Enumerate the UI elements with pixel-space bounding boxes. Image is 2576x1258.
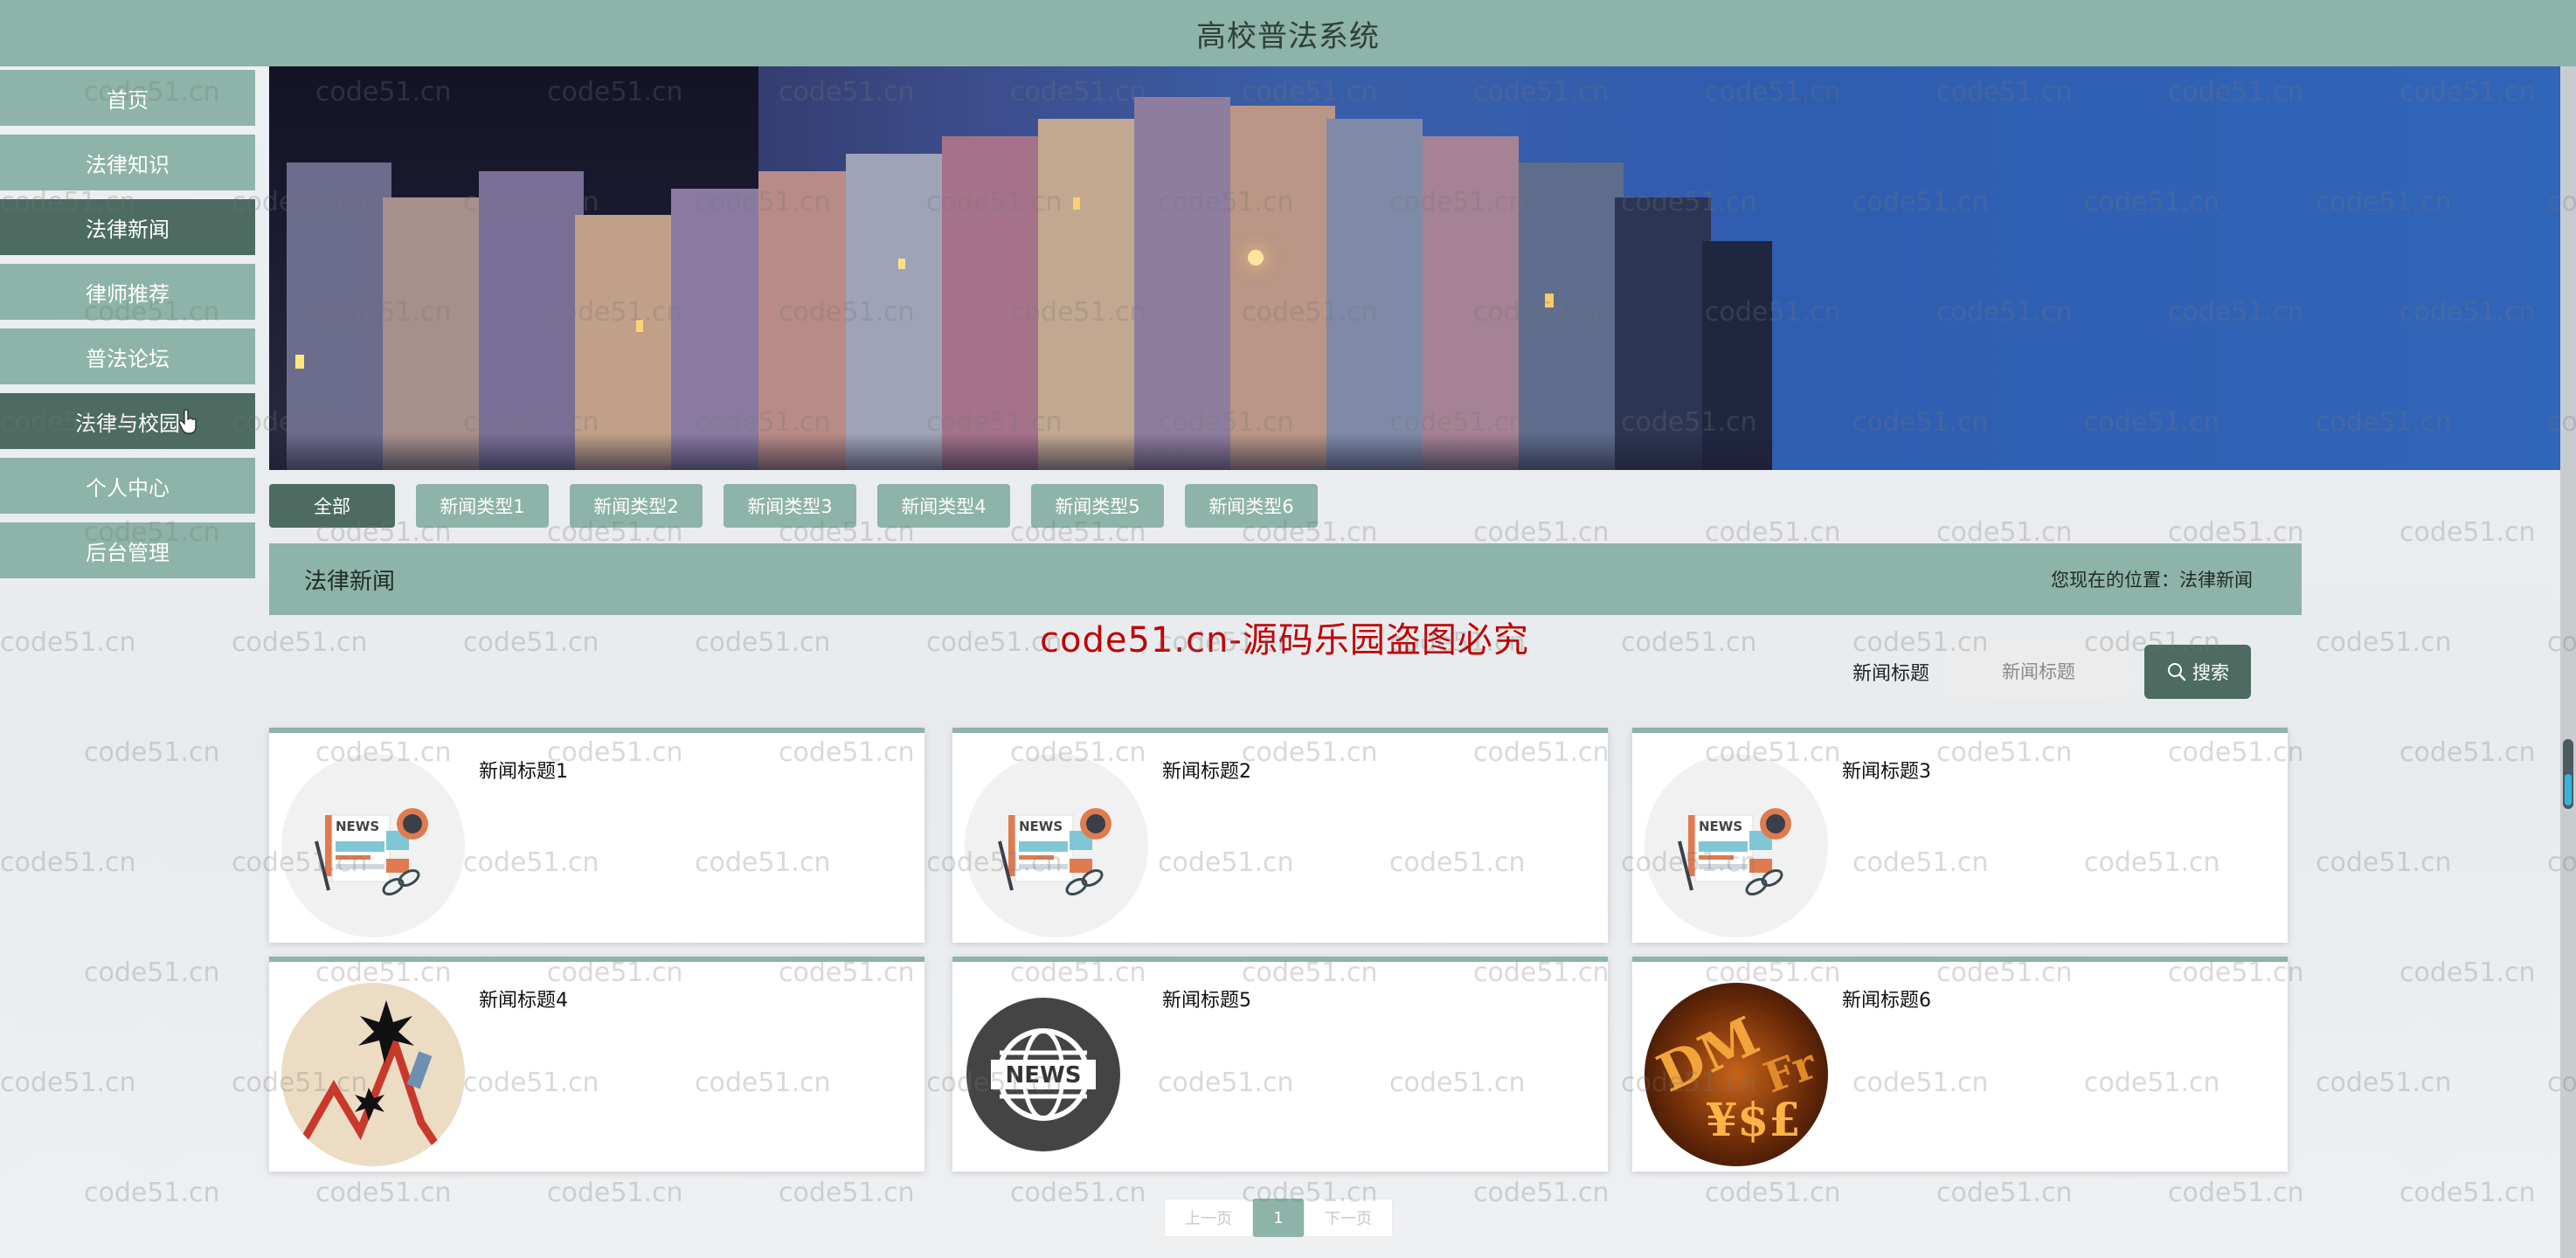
watermark-text: code51.cn (1621, 627, 1757, 658)
newspaper-illustration-icon: NEWS (281, 754, 465, 937)
next-page-button[interactable]: 下一页 (1304, 1199, 1393, 1237)
page-scrollbar[interactable] (2560, 66, 2576, 1258)
sidebar-item-home[interactable]: 首页 (0, 70, 255, 126)
search-button[interactable]: 搜索 (2144, 645, 2252, 699)
tab-news-type-6[interactable]: 新闻类型6 (1185, 484, 1318, 528)
currency-symbols-image: DM ¥$£ Fr (1645, 983, 1828, 1166)
news-title[interactable]: 新闻标题6 (1842, 985, 1931, 1013)
sidebar-item-law-and-campus[interactable]: 法律与校园 (0, 393, 255, 449)
tab-news-type-1[interactable]: 新闻类型1 (416, 484, 549, 528)
hero-banner-image (269, 66, 2560, 470)
svg-text:NEWS: NEWS (336, 819, 379, 834)
svg-text:NEWS: NEWS (1699, 819, 1742, 834)
watermark-text: code51.cn (2316, 1068, 2452, 1098)
watermark-text: code51.cn (84, 957, 220, 988)
watermark-text: code51.cn (1705, 1178, 1841, 1208)
svg-text:¥$£: ¥$£ (1706, 1094, 1801, 1147)
sidebar-item-label: 律师推荐 (86, 281, 170, 307)
watermark-text: code51.cn (2399, 517, 2536, 548)
watermark-text: code51.cn (2316, 627, 2452, 658)
section-header: 法律新闻 您现在的位置：法律新闻 (269, 543, 2302, 615)
hand-cursor-icon (178, 409, 197, 434)
watermark-text: code51.cn (2399, 737, 2536, 768)
pagination: 上一页 1 下一页 (1164, 1199, 1393, 1237)
watermark-text: code51.cn (2399, 957, 2536, 988)
news-card[interactable]: NEWS 新闻标题1 (269, 728, 924, 943)
watermark-text: code51.cn (779, 1178, 915, 1208)
svg-text:NEWS: NEWS (1019, 819, 1063, 834)
watermark-text: code51.cn (547, 1178, 683, 1208)
search-label: 新闻标题 (1852, 663, 1930, 685)
section-title: 法律新闻 (304, 568, 396, 595)
watermark-text: code51.cn (0, 1068, 136, 1098)
tab-news-type-4[interactable]: 新闻类型4 (877, 484, 1010, 528)
scrollbar-thumb[interactable] (2563, 739, 2573, 809)
copyright-notice: code51.cn-源码乐园盗图必究 (1040, 620, 1529, 660)
watermark-text: code51.cn (0, 627, 136, 658)
site-header: 高校普法系统 (0, 0, 2576, 66)
sidebar-item-label: 普法论坛 (86, 346, 170, 371)
watermark-text: code51.cn (2399, 1178, 2536, 1208)
news-card[interactable]: 新闻标题4 (269, 957, 924, 1172)
category-tabs: 全部 新闻类型1 新闻类型2 新闻类型3 新闻类型4 新闻类型5 新闻类型6 (269, 484, 1318, 528)
sidebar-item-label: 首页 (107, 87, 149, 113)
sidebar-item-forum[interactable]: 普法论坛 (0, 328, 255, 384)
news-card[interactable]: NEWS 新闻标题2 (952, 728, 1608, 943)
search-button-label: 搜索 (2192, 662, 2230, 683)
watermark-text: code51.cn (1010, 1178, 1146, 1208)
sidebar-item-legal-news[interactable]: 法律新闻 (0, 199, 255, 255)
prev-page-button[interactable]: 上一页 (1164, 1199, 1253, 1237)
breadcrumb: 您现在的位置：法律新闻 (2051, 570, 2253, 591)
search-bar: 新闻标题 搜索 (1852, 644, 2252, 700)
watermark-text: code51.cn (232, 627, 368, 658)
sidebar-nav: 首页 法律知识 法律新闻 律师推荐 普法论坛 法律与校园 个人中心 后台管理 (0, 66, 255, 578)
sidebar-item-lawyer-recommend[interactable]: 律师推荐 (0, 264, 255, 320)
watermark-text: code51.cn (84, 737, 220, 768)
sidebar-item-admin[interactable]: 后台管理 (0, 522, 255, 578)
newspaper-illustration-icon: NEWS (965, 754, 1148, 937)
tab-news-type-5[interactable]: 新闻类型5 (1031, 484, 1164, 528)
news-title[interactable]: 新闻标题2 (1162, 756, 1251, 784)
globe-news-icon: NEWS (965, 983, 1148, 1166)
watermark-text: code51.cn (463, 627, 599, 658)
tab-all[interactable]: 全部 (269, 484, 395, 528)
watermark-text: code51.cn (84, 1178, 220, 1208)
watermark-text: code51.cn (2316, 847, 2452, 878)
news-title-search-input[interactable] (1945, 644, 2133, 700)
sidebar-item-legal-knowledge[interactable]: 法律知识 (0, 135, 255, 190)
search-icon (2168, 663, 2186, 681)
news-title[interactable]: 新闻标题3 (1842, 756, 1931, 784)
chart-crash-illustration-icon (281, 983, 465, 1166)
news-card[interactable]: NEWS 新闻标题3 (1632, 728, 2288, 943)
tab-news-type-3[interactable]: 新闻类型3 (724, 484, 856, 528)
tab-news-type-2[interactable]: 新闻类型2 (570, 484, 703, 528)
watermark-text: code51.cn (1473, 1178, 1610, 1208)
sidebar-item-label: 法律知识 (86, 152, 170, 177)
news-title[interactable]: 新闻标题1 (479, 756, 568, 784)
site-title: 高校普法系统 (1196, 18, 1380, 54)
news-card[interactable]: DM ¥$£ Fr 新闻标题6 (1632, 957, 2288, 1172)
news-title[interactable]: 新闻标题5 (1162, 985, 1251, 1013)
newspaper-illustration-icon: NEWS (1645, 754, 1828, 937)
sidebar-item-personal-center[interactable]: 个人中心 (0, 458, 255, 514)
sidebar-item-label: 后台管理 (86, 540, 170, 565)
watermark-text: code51.cn (1936, 1178, 2073, 1208)
sidebar-item-label: 法律新闻 (86, 217, 170, 242)
news-title[interactable]: 新闻标题4 (479, 985, 568, 1013)
news-card[interactable]: NEWS 新闻标题5 (952, 957, 1608, 1172)
current-page-button[interactable]: 1 (1253, 1199, 1304, 1237)
svg-text:NEWS: NEWS (1006, 1062, 1082, 1089)
sidebar-item-label: 法律与校园 (75, 411, 180, 436)
watermark-text: code51.cn (315, 1178, 452, 1208)
watermark-text: code51.cn (2168, 1178, 2304, 1208)
watermark-text: code51.cn (0, 847, 136, 878)
svg-text:DM: DM (1649, 1006, 1769, 1105)
sidebar-item-label: 个人中心 (86, 475, 170, 501)
watermark-text: code51.cn (695, 627, 831, 658)
